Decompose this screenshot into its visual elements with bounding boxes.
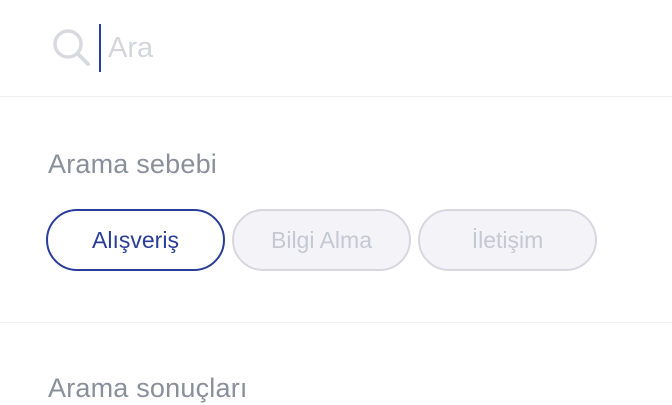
search-input[interactable] (104, 24, 652, 72)
search-icon[interactable] (50, 26, 92, 68)
search-bar (0, 0, 672, 97)
chip-bilgi-alma[interactable]: Bilgi Alma (232, 209, 411, 271)
search-results-title: Arama sonuçları (48, 373, 248, 403)
chip-alisveris[interactable]: Alışveriş (46, 209, 225, 271)
text-cursor (99, 24, 101, 72)
search-results-section: Arama sonuçları (0, 323, 672, 405)
search-screen: Arama sebebi Alışveriş Bilgi Alma İletiş… (0, 0, 672, 405)
chip-iletisim[interactable]: İletişim (418, 209, 597, 271)
search-reason-section: Arama sebebi Alışveriş Bilgi Alma İletiş… (0, 97, 672, 323)
search-reason-title: Arama sebebi (48, 149, 217, 179)
